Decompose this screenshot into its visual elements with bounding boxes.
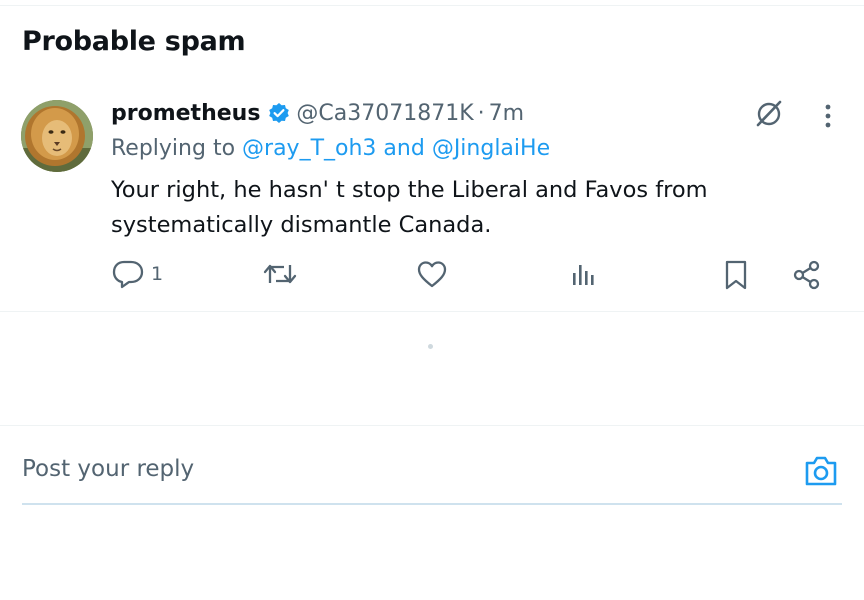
replying-prefix: Replying to bbox=[111, 136, 236, 161]
avatar[interactable] bbox=[21, 100, 93, 172]
views-icon bbox=[573, 265, 594, 285]
display-name[interactable]: prometheus bbox=[111, 101, 260, 126]
more-options-icon[interactable] bbox=[818, 102, 838, 134]
retweet-button[interactable] bbox=[262, 259, 298, 289]
tweet-text: Your right, he hasn' t stop the Liberal … bbox=[111, 177, 708, 238]
mention-link[interactable]: @JinglaiHe bbox=[432, 136, 550, 161]
verified-badge-icon[interactable] bbox=[268, 102, 290, 124]
lion-avatar-image bbox=[21, 100, 93, 172]
mention-joiner: and bbox=[383, 136, 425, 161]
camera-icon[interactable] bbox=[803, 454, 839, 492]
user-handle[interactable]: @Ca37071871K bbox=[296, 101, 473, 126]
bookmark-button[interactable] bbox=[722, 259, 750, 291]
retweet-icon bbox=[263, 264, 297, 284]
reply-icon bbox=[112, 260, 144, 289]
replying-to: Replying to @ray_T_oh3 and @JinglaiHe bbox=[111, 136, 550, 161]
share-button[interactable] bbox=[791, 259, 823, 291]
section-title: Probable spam bbox=[22, 26, 246, 57]
bookmark-icon bbox=[725, 260, 747, 290]
reply-divider bbox=[0, 425, 864, 426]
reply-count: 1 bbox=[151, 263, 164, 285]
mention-link[interactable]: @ray_T_oh3 bbox=[242, 136, 376, 161]
tweet-divider bbox=[0, 311, 864, 312]
reply-input-underline bbox=[22, 503, 842, 505]
share-icon bbox=[793, 260, 820, 290]
grok-icon[interactable] bbox=[753, 97, 785, 133]
top-divider bbox=[0, 5, 864, 6]
timestamp[interactable]: 7m bbox=[489, 101, 524, 126]
loading-indicator bbox=[428, 344, 433, 349]
like-button[interactable] bbox=[416, 259, 448, 289]
reply-input[interactable]: Post your reply bbox=[22, 456, 622, 482]
reply-button[interactable]: 1 bbox=[111, 259, 163, 289]
header-separator: · bbox=[477, 100, 485, 126]
like-icon bbox=[417, 261, 447, 288]
views-button[interactable] bbox=[569, 259, 599, 289]
tweet-header: prometheus @Ca37071871K · 7m bbox=[111, 98, 524, 128]
